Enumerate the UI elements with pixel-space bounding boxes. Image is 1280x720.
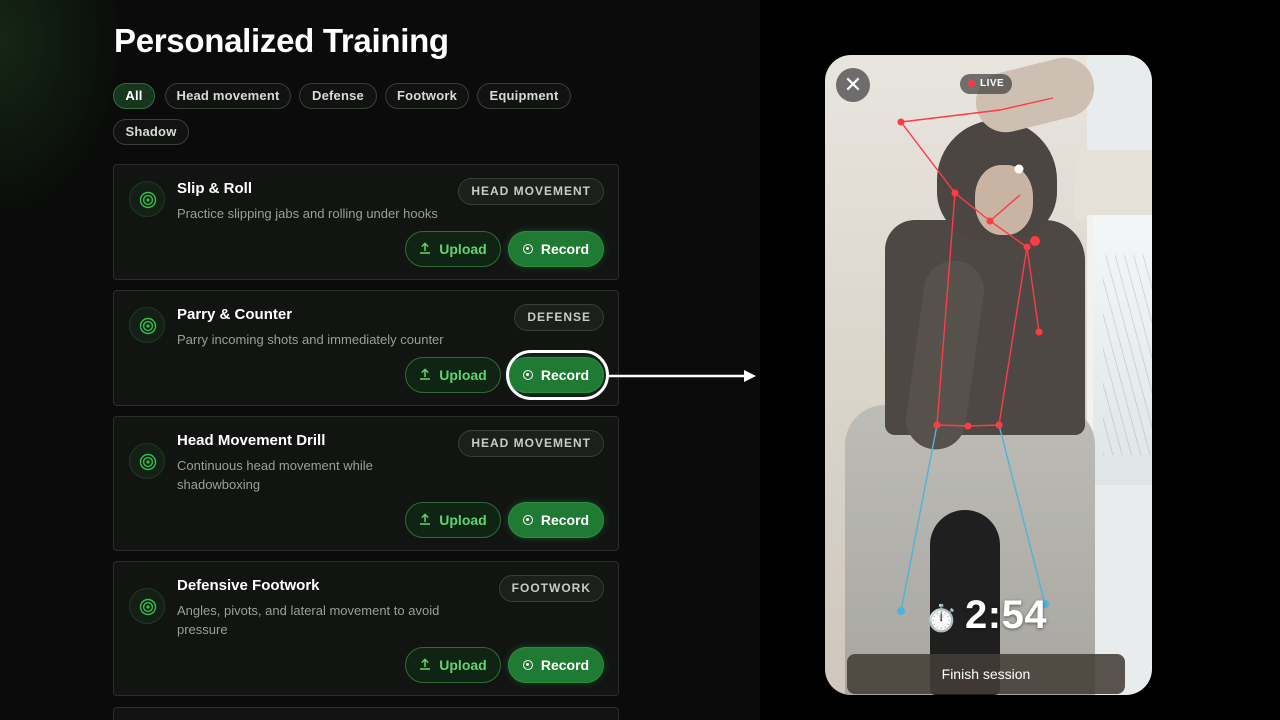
filter-chip-equipment[interactable]: Equipment: [477, 83, 571, 109]
upload-label: Upload: [439, 367, 487, 383]
live-dot-icon: [968, 80, 975, 87]
drill-tag: DEFENSE: [514, 304, 604, 331]
target-icon: [129, 443, 165, 479]
record-label: Record: [540, 657, 590, 673]
drill-title: Head Movement Drill: [177, 432, 326, 449]
record-label: Record: [540, 512, 590, 528]
drill-description: Angles, pivots, and lateral movement to …: [177, 603, 440, 637]
record-label: Record: [540, 241, 590, 257]
filter-chip-shadow[interactable]: Shadow: [113, 119, 189, 145]
drill-tag: HEAD MOVEMENT: [458, 178, 604, 205]
drill-card: Slip & Roll Practice slipping jabs and r…: [113, 164, 619, 280]
drill-card-partial: [113, 707, 619, 720]
drill-description: Continuous head movement while shadowbox…: [177, 458, 373, 492]
live-label: LIVE: [980, 78, 1005, 89]
page-title: Personalized Training: [114, 22, 449, 59]
upload-button[interactable]: Upload: [405, 357, 501, 393]
stopwatch-icon: ⏱️: [925, 603, 958, 633]
upload-label: Upload: [439, 512, 487, 528]
close-icon: ✕: [843, 72, 863, 97]
arrow-right-icon: [606, 370, 756, 382]
drill-tag: FOOTWORK: [498, 575, 604, 602]
filter-chip-footwork[interactable]: Footwork: [385, 83, 469, 109]
drill-card: Head Movement Drill Continuous head move…: [113, 416, 619, 551]
upload-icon: [419, 358, 431, 392]
record-icon: [522, 370, 533, 381]
upload-label: Upload: [439, 241, 487, 257]
record-icon: [522, 660, 533, 671]
filter-chip-head-movement[interactable]: Head movement: [165, 83, 291, 109]
upload-button[interactable]: Upload: [405, 502, 501, 538]
camera-panel: ✕ LIVE ⏱️ 2:54 Finish session: [760, 0, 1280, 720]
filter-chip-all[interactable]: All: [113, 83, 155, 109]
drill-title: Slip & Roll: [177, 180, 252, 197]
target-icon: [129, 588, 165, 624]
upload-icon: [419, 503, 431, 537]
finish-session-button[interactable]: Finish session: [847, 654, 1125, 694]
drill-card: Parry & Counter Parry incoming shots and…: [113, 290, 619, 406]
record-label: Record: [540, 367, 590, 383]
close-button[interactable]: ✕: [836, 68, 870, 102]
drill-card: Defensive Footwork Angles, pivots, and l…: [113, 561, 619, 696]
filter-chip-defense[interactable]: Defense: [299, 83, 377, 109]
record-button[interactable]: Record: [508, 647, 604, 683]
drill-description: Parry incoming shots and immediately cou…: [177, 332, 444, 347]
drill-title: Parry & Counter: [177, 306, 293, 323]
upload-icon: [419, 232, 431, 266]
camera-preview: ✕ LIVE ⏱️ 2:54 Finish session: [825, 55, 1152, 695]
record-button[interactable]: Record: [508, 231, 604, 267]
training-panel: Personalized Training All Head movement …: [0, 0, 760, 720]
live-badge: LIVE: [960, 74, 1013, 94]
record-icon: [522, 515, 533, 526]
record-button[interactable]: Record: [508, 357, 604, 393]
drill-description: Practice slipping jabs and rolling under…: [177, 206, 438, 221]
target-icon: [129, 307, 165, 343]
upload-icon: [419, 648, 431, 682]
record-button[interactable]: Record: [508, 502, 604, 538]
timer-value: 2:54: [965, 593, 1048, 637]
target-icon: [129, 181, 165, 217]
upload-label: Upload: [439, 657, 487, 673]
record-icon: [522, 244, 533, 255]
drill-tag: HEAD MOVEMENT: [458, 430, 604, 457]
drill-title: Defensive Footwork: [177, 577, 320, 594]
upload-button[interactable]: Upload: [405, 647, 501, 683]
upload-button[interactable]: Upload: [405, 231, 501, 267]
